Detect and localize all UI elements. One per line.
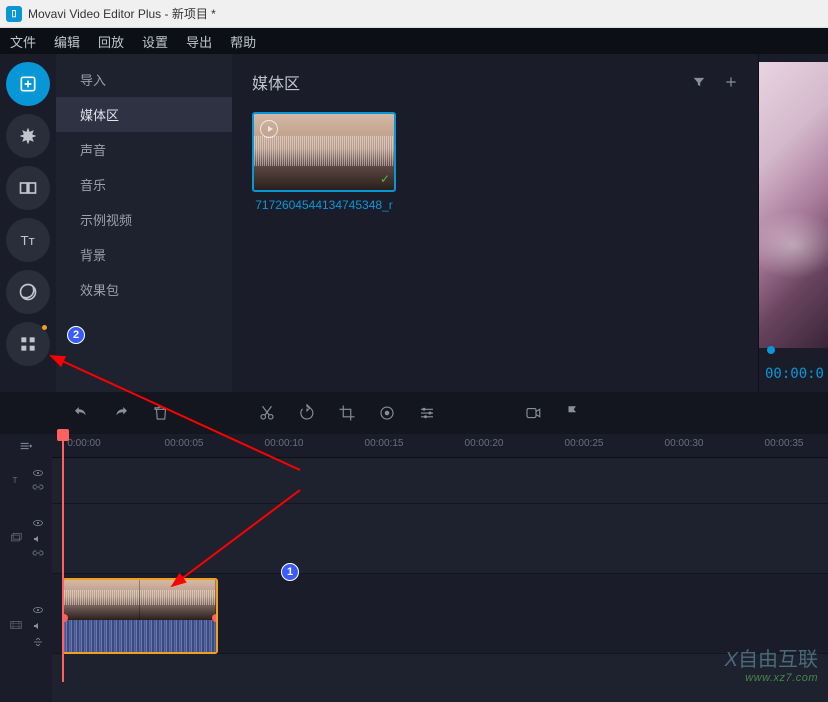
sidebar-item-background[interactable]: 背景 (56, 237, 232, 272)
sidebar-item-music[interactable]: 音乐 (56, 167, 232, 202)
tracks-container (52, 458, 828, 654)
video-track-icon (9, 618, 23, 635)
ruler-tick: 00:00:10 (265, 438, 304, 449)
add-icon[interactable] (724, 75, 738, 89)
watermark-url: www.xz7.com (745, 672, 818, 684)
ruler-tick: 00:00:05 (165, 438, 204, 449)
menu-export[interactable]: 导出 (186, 32, 212, 51)
ruler-tick: 00:00:20 (465, 438, 504, 449)
watermark-brand: X自由互联 (725, 643, 818, 672)
track-ctrl-text: T (0, 458, 52, 504)
tool-import[interactable] (6, 62, 50, 106)
sidebar-item-media[interactable]: 媒体区 (56, 97, 232, 132)
cut-button[interactable] (258, 404, 276, 422)
menu-edit[interactable]: 编辑 (54, 32, 80, 51)
timeline-tracks-area[interactable]: 0:00:00 00:00:05 00:00:10 00:00:15 00:00… (52, 434, 828, 702)
collapse-icon[interactable] (32, 636, 44, 648)
sidebar-item-effects[interactable]: 效果包 (56, 272, 232, 307)
clip-video-thumbnails (64, 580, 216, 620)
sidebar-item-sample[interactable]: 示例视频 (56, 202, 232, 237)
tool-titles[interactable]: Tт (6, 218, 50, 262)
timeline: T 0:00:00 00:00:05 (0, 434, 828, 702)
ruler-tick: 00:00:25 (565, 438, 604, 449)
thumbnail-image: ✓ (252, 112, 396, 192)
undo-button[interactable] (72, 404, 90, 422)
notification-dot-icon (42, 325, 47, 330)
record-button[interactable] (524, 404, 542, 422)
rotate-button[interactable] (298, 404, 316, 422)
annotation-number-2: 2 (67, 326, 85, 344)
menu-playback[interactable]: 回放 (98, 32, 124, 51)
overlay-track-icon (9, 531, 23, 548)
ruler-tick: 00:00:30 (665, 438, 704, 449)
link-icon[interactable] (32, 483, 44, 495)
svg-text:T: T (12, 475, 17, 484)
add-track-button[interactable] (0, 434, 52, 458)
play-icon (260, 120, 278, 138)
marker-button[interactable] (564, 404, 582, 422)
titlebar: ▯ Movavi Video Editor Plus - 新项目 * (0, 0, 828, 28)
media-thumbnail[interactable]: ✓ 7172604544134745348_r (252, 112, 396, 214)
clip-audio-waveform (64, 620, 216, 652)
visibility-icon[interactable] (32, 517, 44, 529)
delete-button[interactable] (152, 404, 170, 422)
main-area: Tт 导入 媒体区 声音 音乐 示例视频 背景 效果包 媒体区 (0, 54, 828, 392)
tool-stickers[interactable] (6, 270, 50, 314)
media-actions (692, 75, 738, 89)
mute-icon[interactable] (32, 533, 44, 545)
media-title: 媒体区 (252, 70, 300, 94)
menu-file[interactable]: 文件 (10, 32, 36, 51)
overlay-track[interactable] (52, 504, 828, 574)
text-track[interactable] (52, 458, 828, 504)
text-track-icon: T (9, 473, 23, 490)
mute-icon[interactable] (32, 620, 44, 632)
filter-icon[interactable] (692, 75, 706, 89)
track-ctrl-overlay (0, 504, 52, 574)
media-header: 媒体区 (252, 70, 738, 94)
sidebar-item-import[interactable]: 导入 (56, 62, 232, 97)
tool-filters[interactable] (6, 114, 50, 158)
tool-more[interactable] (6, 322, 50, 366)
adjust-button[interactable] (418, 404, 436, 422)
window-title: Movavi Video Editor Plus - 新项目 * (28, 5, 216, 22)
video-clip[interactable] (62, 578, 218, 654)
annotation-number-1: 1 (281, 563, 299, 581)
ruler-tick: 00:00:35 (765, 438, 804, 449)
preview-image[interactable] (759, 62, 828, 348)
crop-button[interactable] (338, 404, 356, 422)
menu-help[interactable]: 帮助 (230, 32, 256, 51)
ruler-tick: 0:00:00 (67, 438, 100, 449)
preview-marker[interactable] (767, 346, 775, 354)
tool-transitions[interactable] (6, 166, 50, 210)
menubar: 文件 编辑 回放 设置 导出 帮助 (0, 28, 828, 54)
tool-rail: Tт (0, 54, 56, 392)
media-panel: 媒体区 ✓ 7172604544134745348_r (232, 54, 758, 392)
timeline-ruler[interactable]: 0:00:00 00:00:05 00:00:10 00:00:15 00:00… (52, 434, 828, 458)
visibility-icon[interactable] (32, 604, 44, 616)
link-icon[interactable] (32, 549, 44, 561)
visibility-icon[interactable] (32, 467, 44, 479)
preview-timecode: 00:00:0 (765, 366, 824, 382)
ruler-tick: 00:00:15 (365, 438, 404, 449)
redo-button[interactable] (112, 404, 130, 422)
check-icon: ✓ (380, 172, 390, 186)
preview-panel: 00:00:0 (758, 54, 828, 392)
track-ctrl-video (0, 574, 52, 678)
video-track[interactable] (52, 574, 828, 654)
timeline-toolbar (0, 392, 828, 434)
menu-settings[interactable]: 设置 (142, 32, 168, 51)
color-button[interactable] (378, 404, 396, 422)
watermark: X自由互联 www.xz7.com (725, 643, 818, 684)
thumbnail-name: 7172604544134745348_r (255, 198, 392, 214)
playhead[interactable] (62, 434, 64, 682)
clip-handle-right[interactable] (212, 614, 218, 622)
timeline-track-controls: T (0, 434, 52, 702)
svg-text:Tт: Tт (21, 233, 35, 248)
app-icon: ▯ (6, 6, 22, 22)
sidebar-item-sound[interactable]: 声音 (56, 132, 232, 167)
